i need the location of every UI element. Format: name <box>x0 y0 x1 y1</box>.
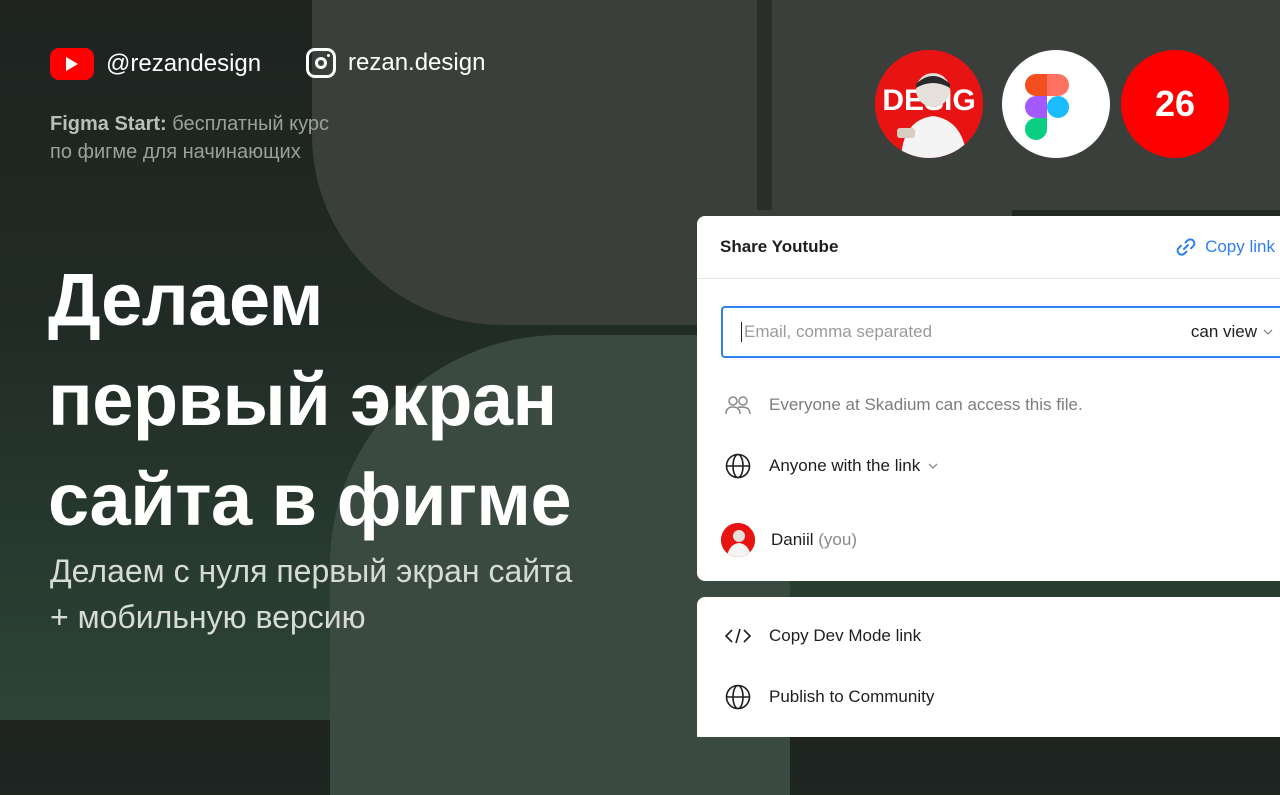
subtitle-line2: + мобильную версию <box>50 599 366 635</box>
user-row: Daniil (you) <box>721 523 857 557</box>
subtitle-line1: Делаем с нуля первый экран сайта <box>50 553 573 589</box>
background-divider <box>757 0 772 210</box>
user-you-label: (you) <box>818 530 857 549</box>
publish-to-community-row[interactable]: Publish to Community <box>725 684 934 710</box>
instagram-icon <box>306 48 336 78</box>
course-description-line2: по фигме для начинающих <box>50 141 301 163</box>
copy-link-label: Copy link <box>1205 237 1275 256</box>
headline-line1: Делаем <box>48 258 323 341</box>
org-access-text: Everyone at Skadium can access this file… <box>769 395 1083 414</box>
code-icon <box>725 623 751 649</box>
headline-line3: сайта в фигме <box>48 458 572 541</box>
share-dialog-title: Share Youtube <box>720 237 839 256</box>
org-access-row: Everyone at Skadium can access this file… <box>725 392 1083 418</box>
instagram-handle: rezan.design <box>348 49 486 76</box>
user-avatar <box>721 523 755 557</box>
share-dialog: Share Youtube Copy link can view Ever <box>697 216 1280 581</box>
chevron-down-icon <box>928 463 938 469</box>
chevron-down-icon <box>1263 329 1273 335</box>
figma-logo-badge <box>1002 50 1110 158</box>
figma-logo-icon <box>1025 74 1069 140</box>
publish-to-community-label: Publish to Community <box>769 687 935 706</box>
user-name: Daniil <box>771 530 814 549</box>
people-icon <box>725 392 751 418</box>
permission-dropdown[interactable]: can view <box>1191 322 1273 342</box>
link-access-value: Anyone with the link <box>769 456 921 475</box>
globe-icon <box>725 684 751 710</box>
user-name-group: Daniil (you) <box>771 530 857 550</box>
youtube-channel-link[interactable]: @rezandesign <box>50 48 261 80</box>
course-title: Figma Start: <box>50 113 167 135</box>
youtube-handle: @rezandesign <box>106 50 262 77</box>
link-access-row[interactable]: Anyone with the link <box>725 453 938 479</box>
course-description-line1: бесплатный курс <box>166 113 329 135</box>
course-description: Figma Start: бесплатный курс по фигме дл… <box>50 110 410 166</box>
permission-value: can view <box>1190 322 1257 341</box>
author-avatar: DESIG <box>875 50 983 158</box>
video-subtitle: Делаем с нуля первый экран сайта + мобил… <box>50 548 690 640</box>
video-headline: Делаем первый экран сайта в фигме <box>48 250 688 550</box>
email-field-container: can view <box>721 306 1280 358</box>
youtube-icon <box>50 48 94 80</box>
instagram-link[interactable]: rezan.design <box>306 48 485 78</box>
episode-number-badge: 26 <box>1121 50 1229 158</box>
email-input[interactable] <box>741 322 1154 342</box>
link-icon <box>1176 238 1196 256</box>
share-dialog-actions: Copy Dev Mode link Publish to Community <box>697 597 1280 737</box>
link-access-dropdown[interactable]: Anyone with the link <box>769 456 938 476</box>
copy-dev-mode-link-label: Copy Dev Mode link <box>769 626 922 645</box>
copy-link-button[interactable]: Copy link <box>1175 236 1280 258</box>
share-dialog-header: Share Youtube Copy link <box>697 216 1280 279</box>
copy-dev-mode-link-row[interactable]: Copy Dev Mode link <box>725 623 921 649</box>
headline-line2: первый экран <box>48 358 557 441</box>
globe-icon <box>725 453 751 479</box>
